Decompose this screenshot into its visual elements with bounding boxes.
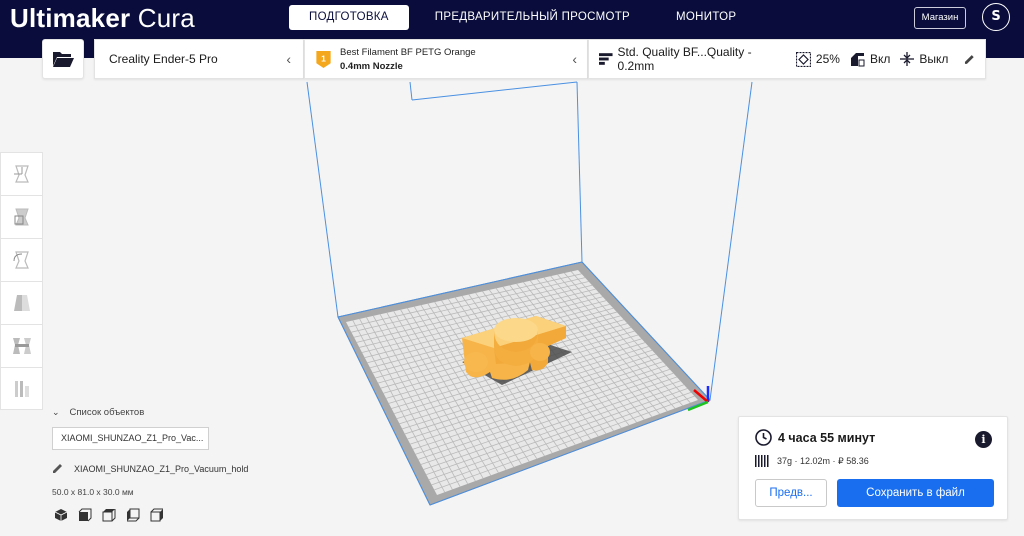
quality-bars-icon	[599, 53, 613, 65]
move-tool-button[interactable]	[0, 152, 43, 195]
material-name: Best Filament BF PETG Orange	[340, 46, 476, 58]
print-time: 4 часа 55 минут	[778, 430, 876, 445]
print-settings-selector[interactable]: Std. Quality BF...Quality - 0.2mm 25% Вк…	[588, 39, 986, 79]
account-avatar-button[interactable]: S	[982, 3, 1010, 31]
brand-name: Ultimaker	[10, 3, 131, 33]
support-blocker-button[interactable]	[0, 367, 43, 410]
chevron-down-icon: ⌄	[52, 407, 60, 417]
tab-monitor[interactable]: МОНИТОР	[656, 5, 756, 30]
printer-selector[interactable]: Creality Ender-5 Pro ‹	[94, 39, 304, 79]
object-list-toggle[interactable]: ⌄ Список объектов	[52, 407, 248, 418]
per-model-settings-icon	[12, 338, 31, 354]
clock-icon	[755, 429, 772, 446]
printer-name: Creality Ender-5 Pro	[109, 52, 218, 66]
folder-open-icon	[53, 52, 74, 67]
tab-preview[interactable]: ПРЕДВАРИТЕЛЬНЫЙ ПРОСМОТР	[415, 5, 650, 30]
object-list-panel: ⌄ Список объектов XIAOMI_SHUNZAO_Z1_Pro_…	[52, 407, 248, 497]
infill-setting: 25%	[795, 51, 840, 67]
preview-button[interactable]: Предв...	[755, 479, 827, 507]
cube-3d-icon	[54, 509, 68, 521]
print-stats-row: 37g · 12.02m · ₽ 58.36	[755, 455, 991, 467]
object-list-item[interactable]: XIAOMI_SHUNZAO_Z1_Pro_Vac...	[52, 427, 209, 450]
adhesion-value: Выкл	[919, 52, 949, 66]
chevron-left-icon: ‹	[572, 51, 577, 67]
view-right-button[interactable]	[150, 507, 164, 526]
print-time-row: 4 часа 55 минут	[755, 429, 991, 446]
view-3d-button[interactable]	[54, 507, 68, 526]
rotate-icon	[13, 251, 29, 269]
quality-profile: Std. Quality BF...Quality - 0.2mm	[599, 45, 786, 73]
mirror-icon	[13, 295, 30, 311]
brand-product: Cura	[137, 3, 195, 33]
view-orientation-controls	[54, 507, 174, 526]
quality-profile-label: Std. Quality BF...Quality - 0.2mm	[617, 45, 752, 73]
tool-strip	[0, 152, 43, 410]
infill-value: 25%	[815, 52, 840, 66]
object-dimensions: 50.0 x 81.0 x 30.0 мм	[52, 487, 134, 497]
extruder-number: 1	[321, 53, 326, 63]
filament-spool-icon	[755, 455, 769, 467]
material-selector[interactable]: 1 Best Filament BF PETG Orange 0.4mm Noz…	[304, 39, 588, 79]
stage-tabs: ПОДГОТОВКА ПРЕДВАРИТЕЛЬНЫЙ ПРОСМОТР МОНИ…	[289, 5, 756, 30]
active-object-label: XIAOMI_SHUNZAO_Z1_Pro_Vacuum_hold	[74, 463, 249, 474]
view-front-button[interactable]	[78, 507, 92, 526]
scale-icon	[14, 208, 29, 226]
extruder-badge-icon: 1	[316, 50, 331, 68]
support-icon	[850, 52, 865, 66]
support-blocker-icon	[14, 380, 29, 397]
active-object-name[interactable]: XIAOMI_SHUNZAO_Z1_Pro_Vacuum_hold	[52, 463, 248, 474]
open-file-button[interactable]	[42, 39, 84, 79]
mirror-tool-button[interactable]	[0, 281, 43, 324]
scale-tool-button[interactable]	[0, 195, 43, 238]
cube-top-icon	[102, 509, 116, 522]
nozzle-size: 0.4mm Nozzle	[340, 60, 403, 72]
app-logo: Ultimaker Cura	[10, 3, 195, 34]
pencil-icon[interactable]	[964, 54, 975, 65]
marketplace-button[interactable]: Магазин	[914, 7, 966, 29]
adhesion-icon	[900, 52, 915, 66]
print-stats: 37g · 12.02m · ₽ 58.36	[777, 455, 869, 466]
infill-icon	[795, 51, 811, 67]
save-to-file-button[interactable]: Сохранить в файл	[837, 479, 994, 507]
cube-front-icon	[78, 508, 92, 522]
support-value: Вкл	[869, 52, 891, 66]
chevron-left-icon: ‹	[286, 51, 291, 67]
pencil-icon	[53, 464, 62, 473]
cube-right-icon	[150, 508, 163, 522]
view-left-button[interactable]	[126, 507, 140, 526]
adhesion-setting: Выкл	[900, 52, 948, 66]
cube-left-icon	[127, 508, 140, 522]
view-top-button[interactable]	[102, 507, 116, 526]
move-icon	[13, 165, 29, 183]
support-setting: Вкл	[850, 52, 890, 67]
tab-prepare[interactable]: ПОДГОТОВКА	[289, 5, 409, 30]
info-icon[interactable]: i	[975, 431, 992, 448]
object-list-title: Список объектов	[69, 407, 145, 418]
per-model-settings-button[interactable]	[0, 324, 43, 367]
print-output-panel: 4 часа 55 минут i 37g · 12.02m · ₽ 58.36…	[738, 416, 1008, 520]
rotate-tool-button[interactable]	[0, 238, 43, 281]
